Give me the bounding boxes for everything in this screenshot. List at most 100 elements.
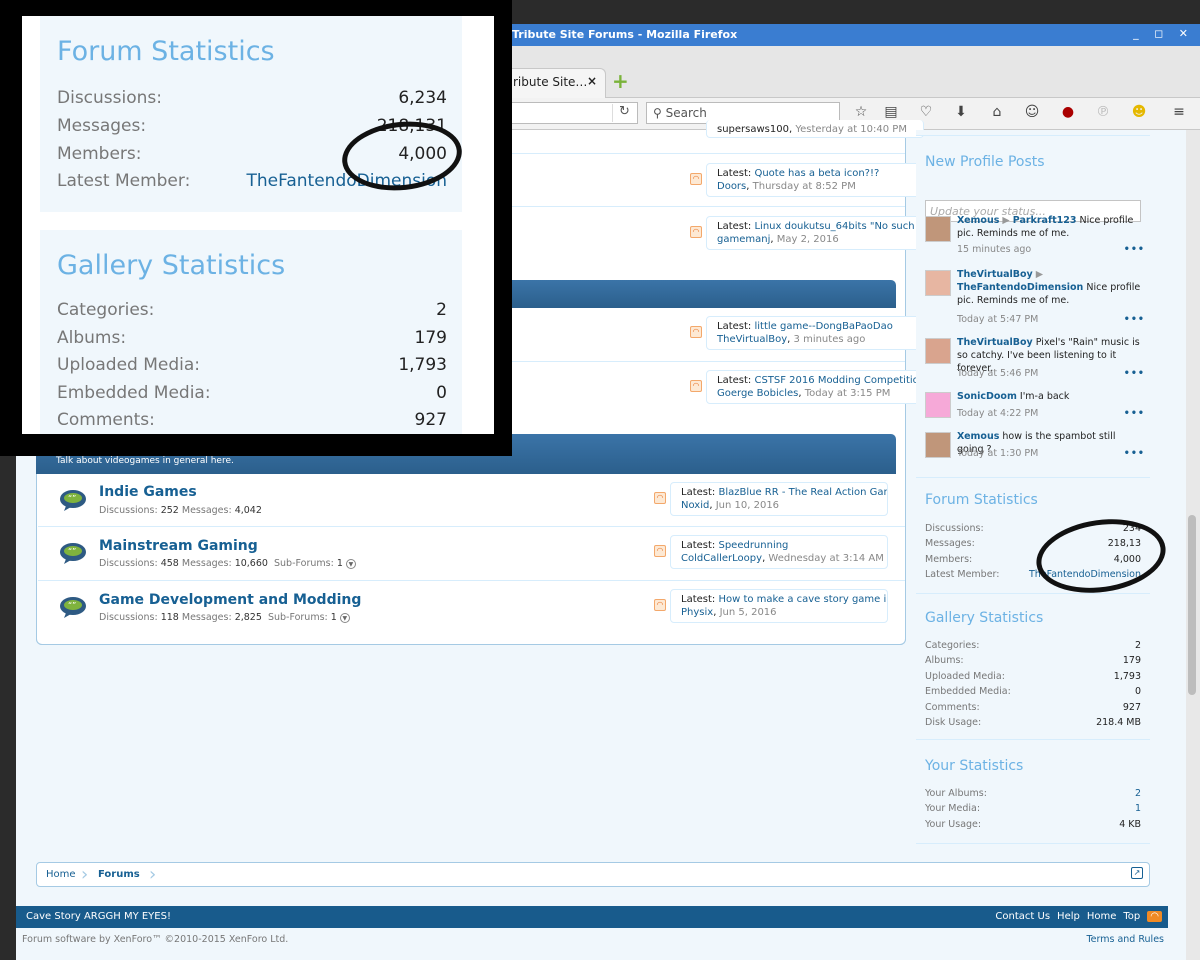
copyright-bar: Forum software by XenForo™ ©2010-2015 Xe… [16, 928, 1168, 960]
menu-icon[interactable]: ≡ [1168, 104, 1190, 124]
last-post-subject[interactable]: CSTSF 2016 Modding Competition... [754, 375, 923, 386]
breadcrumb-forums[interactable]: Forums [98, 869, 140, 880]
last-post-time: 3 minutes ago [793, 334, 866, 345]
avatar[interactable] [925, 432, 951, 458]
extension-p-icon[interactable]: ℗ [1092, 104, 1114, 124]
rss-icon[interactable]: ◠ [1147, 911, 1162, 922]
profile-post: TheVirtualBoy ▶ TheFantendoDimension Nice… [925, 268, 1145, 328]
forum-title-mainstream-gaming[interactable]: Mainstream Gaming [99, 538, 258, 554]
zoom-block-title: Forum Statistics [57, 36, 275, 67]
rss-icon[interactable]: ◠ [654, 492, 666, 504]
stat-embedded-media: Embedded Media: 0 [925, 686, 1141, 700]
target-name[interactable]: TheFantendoDimension [957, 282, 1083, 293]
last-post-subject[interactable]: How to make a cave story game i... [718, 594, 887, 605]
last-post-subject[interactable]: Linux doukutsu_64bits "No such fi... [754, 221, 923, 232]
emoji-icon[interactable]: ☻ [1128, 104, 1150, 124]
zoom-stat-categories: Categories: 2 [57, 300, 447, 322]
footer-links: Contact Us Help Home Top ◠ [988, 911, 1162, 922]
contact-us-link[interactable]: Contact Us [995, 911, 1050, 922]
avatar[interactable] [925, 338, 951, 364]
last-post-box[interactable]: Latest: Speedrunning ColdCallerLoopy, Wed… [670, 535, 888, 569]
more-icon[interactable]: ••• [1124, 407, 1145, 420]
help-link[interactable]: Help [1057, 911, 1080, 922]
window-title: Tribute Site Forums - Mozilla Firefox [510, 24, 1200, 46]
last-post-author[interactable]: ColdCallerLoopy [681, 553, 762, 564]
last-post-box[interactable]: Latest: BlazBlue RR - The Real Action Ga… [670, 482, 888, 516]
stat-categories: Categories: 2 [925, 640, 1141, 654]
rss-icon[interactable]: ◠ [690, 173, 702, 185]
latest-label: Latest: [681, 594, 716, 605]
style-chooser-link[interactable]: Cave Story ARGGH MY EYES! [26, 911, 171, 922]
avatar[interactable] [925, 270, 951, 296]
target-name[interactable]: Parkraft123 [1013, 215, 1077, 226]
poster-name[interactable]: TheVirtualBoy [957, 337, 1033, 348]
last-post-author[interactable]: TheVirtualBoy [717, 334, 787, 345]
zoom-block-title: Gallery Statistics [57, 250, 286, 281]
more-icon[interactable]: ••• [1124, 447, 1145, 460]
more-icon[interactable]: ••• [1124, 367, 1145, 380]
last-post-box[interactable]: supersaws100, Yesterday at 10:40 PM [706, 120, 924, 138]
last-post-author[interactable]: gamemanj [717, 234, 770, 245]
stat-value-link[interactable]: 2 [1135, 788, 1141, 799]
more-icon[interactable]: ••• [1124, 243, 1145, 256]
jump-to-icon[interactable]: ↗ [1131, 867, 1143, 879]
last-post-subject[interactable]: Quote has a beta icon?!? [754, 168, 879, 179]
rss-icon[interactable]: ◠ [690, 380, 702, 392]
new-tab-icon[interactable]: + [612, 71, 632, 92]
breadcrumb-home[interactable]: Home [46, 869, 76, 880]
rss-icon[interactable]: ◠ [654, 599, 666, 611]
ublock-icon[interactable]: ● [1057, 104, 1079, 124]
last-post-author[interactable]: Noxid [681, 500, 709, 511]
rss-icon[interactable]: ◠ [690, 226, 702, 238]
forum-title-indie-games[interactable]: Indie Games [99, 484, 197, 500]
block-title: Your Statistics [925, 758, 1024, 774]
last-post-subject[interactable]: little game--DongBaPaoDao [754, 321, 892, 332]
avatar[interactable] [925, 392, 951, 418]
poster-name[interactable]: Xemous [957, 215, 999, 226]
window-controls[interactable]: _ ◻ ✕ [1133, 27, 1194, 40]
home-icon[interactable]: ⌂ [986, 104, 1008, 124]
discussions-count: 458 [160, 558, 179, 569]
browser-tab[interactable]: ribute Site… × [510, 68, 606, 98]
terms-link[interactable]: Terms and Rules [1086, 934, 1164, 945]
last-post-author[interactable]: Physix [681, 607, 713, 618]
forum-title-game-development[interactable]: Game Development and Modding [99, 592, 361, 608]
scrollbar-thumb[interactable] [1188, 515, 1196, 695]
last-post-author[interactable]: Goerge Bobicles [717, 388, 798, 399]
last-post-subject[interactable]: BlazBlue RR - The Real Action Game [718, 487, 887, 498]
chevron-right-icon: › [81, 864, 89, 885]
last-post-author[interactable]: supersaws100 [717, 124, 789, 135]
last-post-subject[interactable]: Speedrunning [718, 540, 788, 551]
chevron-down-icon[interactable]: ▼ [339, 612, 350, 623]
chat-icon[interactable]: ☺ [1021, 104, 1043, 124]
more-icon[interactable]: ••• [1124, 313, 1145, 326]
download-icon[interactable]: ⬇ [950, 104, 972, 124]
poster-name[interactable]: TheVirtualBoy [957, 269, 1033, 280]
forum-stats: Discussions: 458 Messages: 10,660 Sub-Fo… [99, 558, 356, 569]
zoom-stat-uploaded-media: Uploaded Media: 1,793 [57, 355, 447, 377]
chevron-down-icon[interactable]: ▼ [345, 558, 356, 569]
stat-label: Latest Member: [925, 569, 1000, 580]
breadcrumb: Home › Forums › ↗ [36, 862, 1150, 887]
last-post-box[interactable]: Latest: little game--DongBaPaoDao TheVirt… [706, 316, 924, 350]
stat-value-link[interactable]: 1 [1135, 803, 1141, 814]
reload-icon[interactable]: ↻ [612, 104, 636, 122]
poster-name[interactable]: SonicDoom [957, 391, 1017, 402]
rss-icon[interactable]: ◠ [654, 545, 666, 557]
avatar[interactable] [925, 216, 951, 242]
last-post-box[interactable]: Latest: Quote has a beta icon?!? Doors, T… [706, 163, 924, 197]
rss-icon[interactable]: ◠ [690, 326, 702, 338]
poster-name[interactable]: Xemous [957, 431, 999, 442]
forum-node-icon: “” [60, 490, 86, 511]
last-post-box[interactable]: Latest: CSTSF 2016 Modding Competition..… [706, 370, 924, 404]
home-link[interactable]: Home [1087, 911, 1117, 922]
top-link[interactable]: Top [1123, 911, 1140, 922]
zoom-stat-embedded-media: Embedded Media: 0 [57, 383, 447, 405]
last-post-box[interactable]: Latest: Linux doukutsu_64bits "No such f… [706, 216, 924, 250]
last-post-box[interactable]: Latest: How to make a cave story game i.… [670, 589, 888, 623]
forum-node-icon: “” [60, 597, 86, 618]
close-tab-icon[interactable]: × [587, 74, 597, 88]
profile-posts-block: New Profile Posts Update your status... … [916, 148, 1150, 478]
last-post-author[interactable]: Doors [717, 181, 746, 192]
discussions-label: Discussions: [99, 505, 158, 516]
